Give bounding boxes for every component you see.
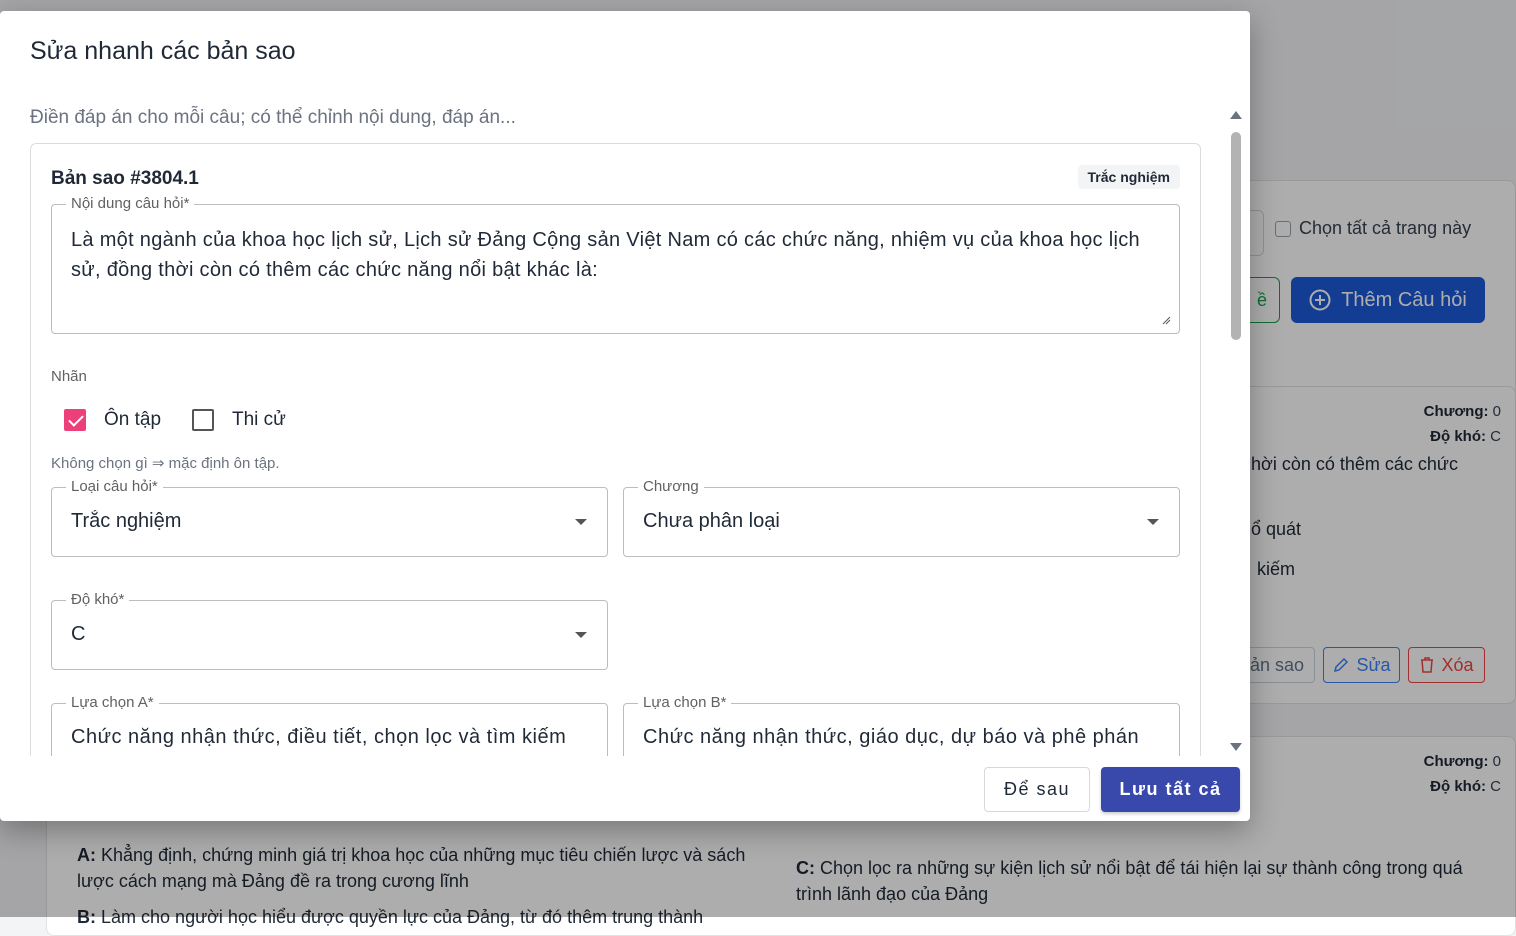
chapter-label: Chương <box>638 478 704 496</box>
resize-grip-icon[interactable] <box>1161 315 1171 325</box>
option-a-input[interactable]: Chức năng nhận thức, điều tiết, chọn lọc… <box>71 726 591 749</box>
scroll-down-arrow-icon[interactable] <box>1230 743 1242 751</box>
copy-title: Bản sao #3804.1 <box>51 168 199 189</box>
dialog-body[interactable]: Điền đáp án cho mỗi câu; có thể chỉnh nộ… <box>0 95 1250 756</box>
dialog-scrollbar[interactable] <box>1228 111 1244 751</box>
option-b-field[interactable]: Lựa chọn B* Chức năng nhận thức, giáo dụ… <box>623 694 1180 756</box>
dialog-description: Điền đáp án cho mỗi câu; có thể chỉnh nộ… <box>30 107 516 128</box>
chapter-select[interactable]: Chương Chưa phân loại <box>623 478 1180 557</box>
quick-edit-dialog: Sửa nhanh các bản sao Điền đáp án cho mỗ… <box>0 11 1250 821</box>
chapter-value: Chưa phân loại <box>643 510 780 532</box>
dialog-footer: Để sau Lưu tất cả <box>0 756 1250 821</box>
option-b-label: Lựa chọn B* <box>638 694 732 712</box>
scroll-up-arrow-icon[interactable] <box>1230 111 1242 119</box>
label-review-checkbox-box[interactable] <box>64 409 86 431</box>
difficulty-label: Độ khó* <box>66 591 130 609</box>
option-b-input[interactable]: Chức năng nhận thức, giáo dục, dự báo và… <box>643 726 1163 749</box>
dialog-title: Sửa nhanh các bản sao <box>30 37 296 65</box>
option-a-field[interactable]: Lựa chọn A* Chức năng nhận thức, điều ti… <box>51 694 608 756</box>
difficulty-select[interactable]: Độ khó* C <box>51 591 608 670</box>
question-type-label: Loại câu hỏi* <box>66 478 163 496</box>
question-content-field[interactable]: Nội dung câu hỏi* Là một ngành của khoa … <box>51 195 1180 334</box>
difficulty-value: C <box>71 623 86 645</box>
question-type-badge: Trắc nghiệm <box>1077 165 1180 189</box>
copy-card: Bản sao #3804.1 Trắc nghiệm Nội dung câu… <box>30 143 1201 756</box>
scrollbar-thumb[interactable] <box>1231 132 1241 340</box>
labels-heading: Nhãn <box>51 368 87 385</box>
label-exam-text: Thi cử <box>232 409 286 430</box>
label-exam-checkbox[interactable]: Thi cử <box>192 409 286 431</box>
dropdown-arrow-icon[interactable] <box>575 632 587 638</box>
question-type-select[interactable]: Loại câu hỏi* Trắc nghiệm <box>51 478 608 557</box>
label-exam-checkbox-box[interactable] <box>192 409 214 431</box>
dropdown-arrow-icon[interactable] <box>1147 519 1159 525</box>
later-button[interactable]: Để sau <box>984 767 1090 812</box>
option-a-label: Lựa chọn A* <box>66 694 159 712</box>
question-content-label: Nội dung câu hỏi* <box>66 195 195 213</box>
dropdown-arrow-icon[interactable] <box>575 519 587 525</box>
labels-hint: Không chọn gì ⇒ mặc định ôn tập. <box>51 455 280 472</box>
label-review-text: Ôn tập <box>104 409 162 430</box>
save-all-button[interactable]: Lưu tất cả <box>1101 767 1240 812</box>
question-type-value: Trắc nghiệm <box>71 510 182 532</box>
question-content-textarea[interactable]: Là một ngành của khoa học lịch sử, Lịch … <box>71 225 1161 285</box>
label-review-checkbox[interactable]: Ôn tập <box>64 409 161 431</box>
